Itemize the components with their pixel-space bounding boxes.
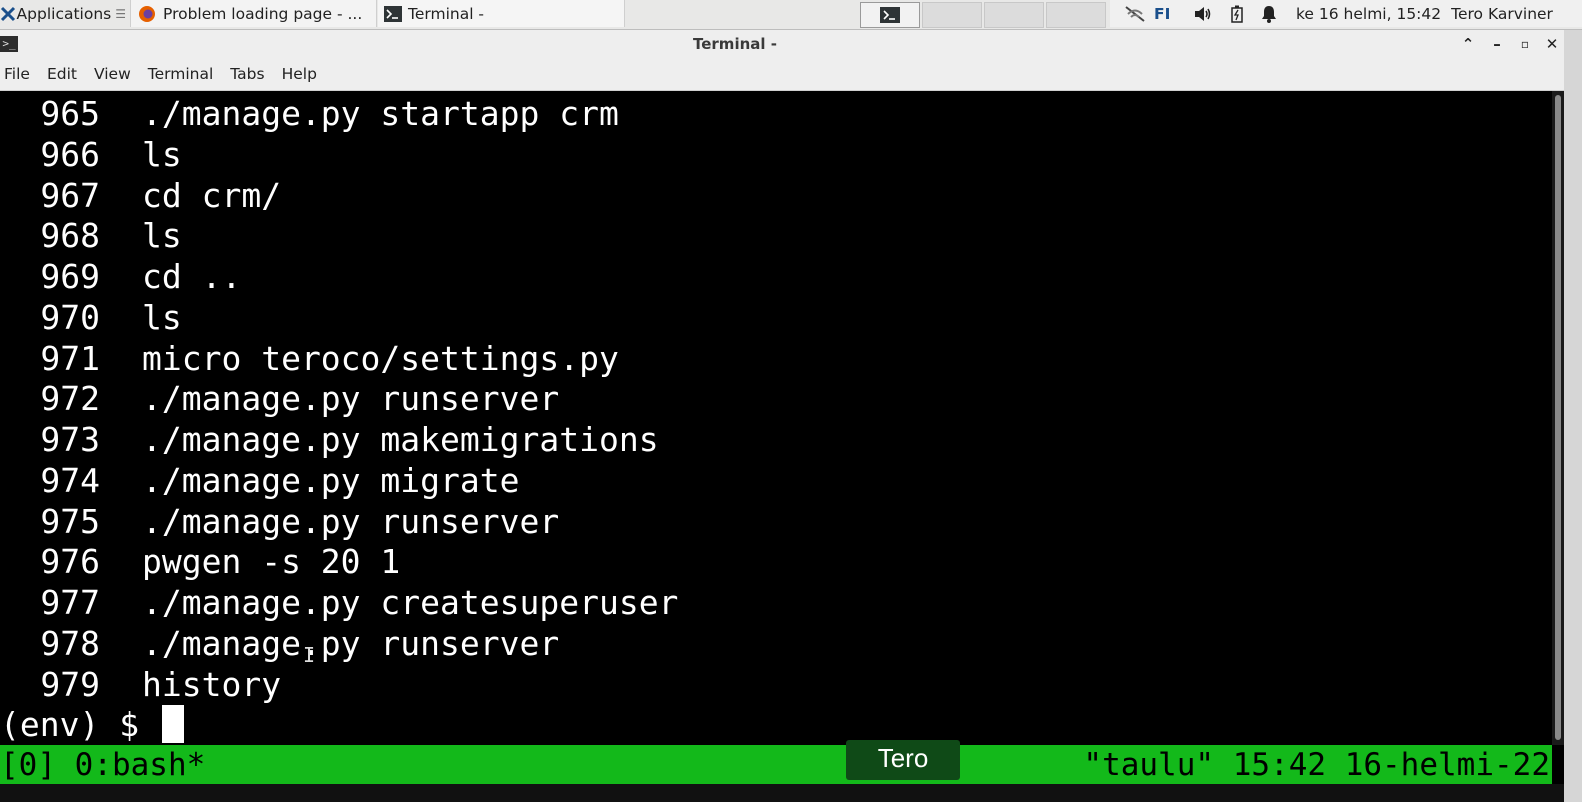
history-number: 968 xyxy=(40,216,100,255)
history-number: 969 xyxy=(40,257,100,296)
history-number: 966 xyxy=(40,135,100,174)
menu-tabs[interactable]: Tabs xyxy=(226,65,273,83)
scrollbar-thumb[interactable] xyxy=(1555,95,1561,740)
keyboard-layout-indicator[interactable]: FI xyxy=(1154,5,1186,23)
menu-edit[interactable]: Edit xyxy=(43,65,86,83)
history-number: 973 xyxy=(40,420,100,459)
history-number: 974 xyxy=(40,461,100,500)
tmux-status-right: "taulu" 15:42 16-helmi-22 xyxy=(1083,747,1550,783)
history-command: ./manage.py runserver xyxy=(142,624,560,663)
menu-separator-icon: ☰ xyxy=(115,6,126,21)
clock[interactable]: ke 16 helmi, 15:42 xyxy=(1296,5,1441,23)
history-command: ./manage.py makemigrations xyxy=(142,420,659,459)
history-command: ./manage.py createsuperuser xyxy=(142,583,679,622)
window-minimize-button[interactable]: – xyxy=(1486,33,1508,55)
history-command: cd crm/ xyxy=(142,176,282,215)
notification-bell-icon[interactable] xyxy=(1254,5,1284,23)
terminal-output[interactable]: 965 ./manage.py startapp crm 966 ls 967 cd … xyxy=(0,91,1552,745)
window-edge xyxy=(1564,30,1582,802)
history-number: 970 xyxy=(40,298,100,337)
history-number: 975 xyxy=(40,502,100,541)
history-command: micro teroco/settings.py xyxy=(142,339,619,378)
window-maximize-button[interactable]: ▫ xyxy=(1514,33,1536,55)
minimize-icon: – xyxy=(1493,35,1501,53)
history-command: history xyxy=(142,665,282,704)
maximize-icon: ▫ xyxy=(1520,37,1530,51)
tmux-status-bar: [0] 0:bash* "taulu" 15:42 16-helmi-22 xyxy=(0,745,1552,784)
shell-prompt: (env) $ xyxy=(0,705,159,744)
menu-help[interactable]: Help xyxy=(278,65,326,83)
applications-label: Applications xyxy=(16,4,112,23)
history-number: 979 xyxy=(40,665,100,704)
history-number: 971 xyxy=(40,339,100,378)
taskbar-item-firefox[interactable]: Problem loading page - ... xyxy=(130,0,377,27)
workspace-3-button[interactable] xyxy=(984,2,1044,28)
top-panel: Applications ☰ Problem loading page - ..… xyxy=(0,0,1582,30)
history-command: ./manage.py startapp crm xyxy=(142,94,619,133)
menubar: File Edit View Terminal Tabs Help xyxy=(0,58,1564,91)
menu-file[interactable]: File xyxy=(0,65,39,83)
system-tray: FI ke 16 helmi, 15:42 Tero Karviner xyxy=(1110,0,1582,27)
taskbar-item-label: Terminal - xyxy=(408,4,485,23)
chevron-up-icon: ⌃ xyxy=(1461,35,1475,53)
firefox-icon xyxy=(131,5,163,23)
history-command: pwgen -s 20 1 xyxy=(142,542,401,581)
history-number: 972 xyxy=(40,379,100,418)
close-icon: ✕ xyxy=(1545,35,1559,53)
workspace-2-button[interactable] xyxy=(922,2,982,28)
history-number: 967 xyxy=(40,176,100,215)
history-command: ./manage.py runserver xyxy=(142,379,560,418)
window-title: Terminal - xyxy=(693,35,777,53)
taskbar-item-terminal[interactable]: Terminal - xyxy=(378,0,625,27)
network-icon[interactable] xyxy=(1120,5,1150,23)
xfce-logo-icon xyxy=(0,6,17,22)
applications-menu-button[interactable]: Applications ☰ xyxy=(0,0,126,27)
volume-icon[interactable] xyxy=(1186,6,1220,22)
history-number: 978 xyxy=(40,624,100,663)
history-command: ./manage.py migrate xyxy=(142,461,520,500)
mouse-ibeam-cursor-icon: I xyxy=(303,643,316,667)
terminal-icon xyxy=(880,7,900,27)
history-command: ls xyxy=(142,135,182,174)
bottom-border xyxy=(0,784,1564,802)
menu-terminal[interactable]: Terminal xyxy=(144,65,223,83)
tmux-window-list: [0] 0:bash* xyxy=(0,747,206,783)
history-number: 976 xyxy=(40,542,100,581)
window-shade-button[interactable]: ⌃ xyxy=(1457,33,1479,55)
history-command: ls xyxy=(142,298,182,337)
workspace-4-button[interactable] xyxy=(1046,2,1106,28)
battery-icon[interactable] xyxy=(1220,5,1254,23)
presenter-name-overlay: Tero xyxy=(846,740,960,780)
history-number: 977 xyxy=(40,583,100,622)
history-number: 965 xyxy=(40,94,100,133)
workspace-1-button[interactable] xyxy=(860,2,920,28)
history-command: cd .. xyxy=(142,257,242,296)
terminal-icon xyxy=(378,5,408,22)
history-command: ls xyxy=(142,216,182,255)
window-titlebar[interactable]: >_ Terminal - ⌃ – ▫ ✕ xyxy=(0,30,1564,58)
window-close-button[interactable]: ✕ xyxy=(1541,33,1563,55)
text-cursor xyxy=(162,705,184,743)
taskbar-item-label: Problem loading page - ... xyxy=(163,4,363,23)
history-command: ./manage.py runserver xyxy=(142,502,560,541)
user-menu[interactable]: Tero Karviner xyxy=(1451,5,1553,23)
menu-view[interactable]: View xyxy=(90,65,140,83)
